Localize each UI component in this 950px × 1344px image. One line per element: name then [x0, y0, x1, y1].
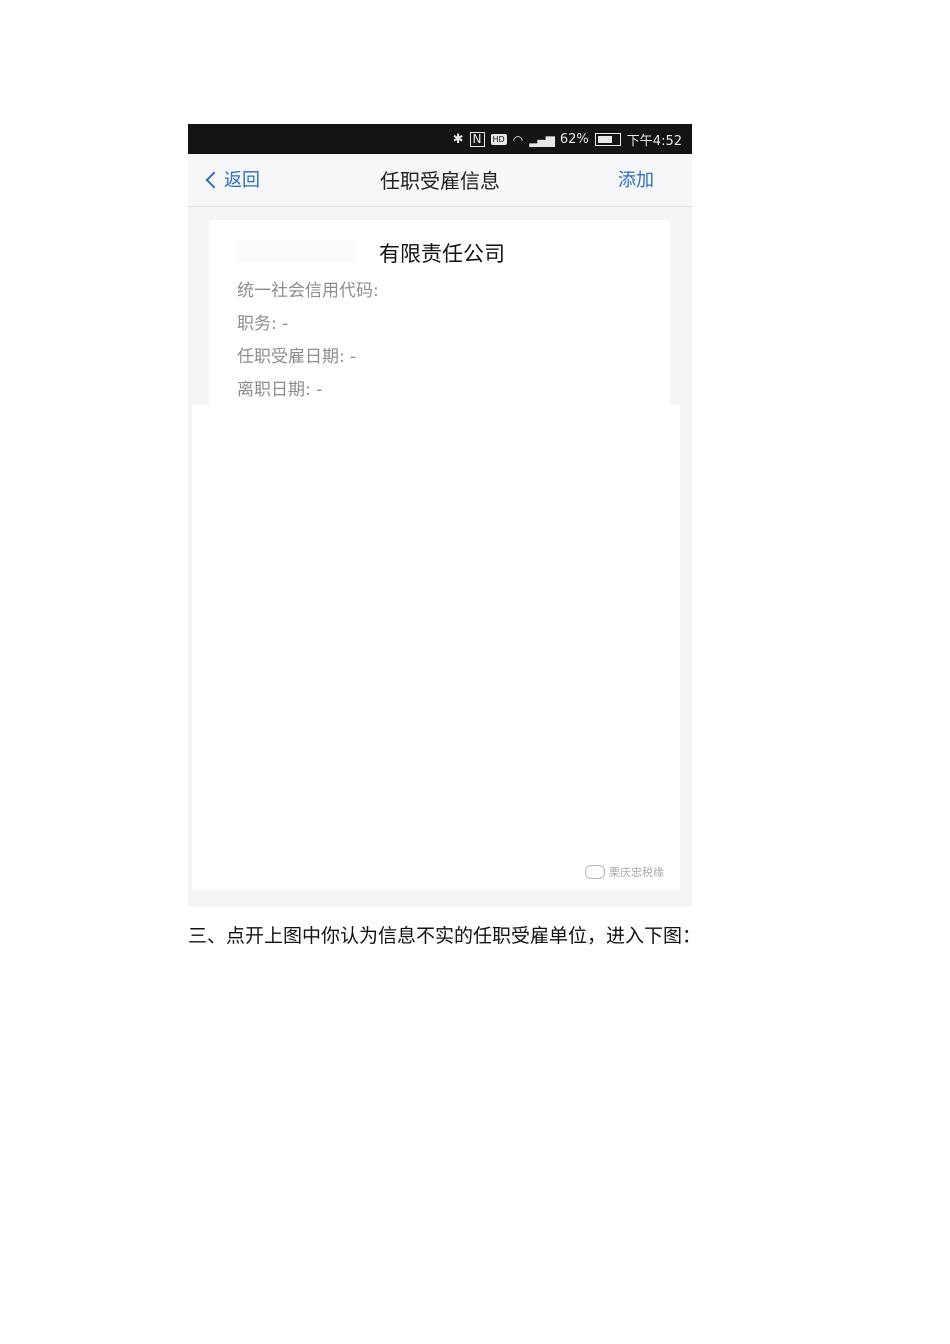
- wechat-icon: [585, 865, 605, 879]
- bluetooth-icon: ✱: [452, 132, 464, 147]
- employer-card[interactable]: 有限责任公司 统一社会信用代码: 职务: - 任职受雇日期: - 离职日期: -: [209, 220, 670, 405]
- credit-code-field: 统一社会信用代码:: [237, 281, 379, 301]
- nfc-icon: N: [469, 132, 485, 147]
- company-name: 有限责任公司: [379, 242, 505, 266]
- status-icons: ✱ N HD ◠ ▂▄▆ 62% 下午4:52: [453, 130, 682, 149]
- battery-icon: [594, 133, 621, 146]
- status-time: 下午4:52: [626, 134, 682, 149]
- watermark-text: 栗庆忠税缘: [609, 866, 664, 879]
- hd-icon: HD: [490, 134, 507, 145]
- redacted-company-prefix: [237, 240, 357, 262]
- add-button[interactable]: 添加: [618, 166, 654, 192]
- instruction-caption: 三、点开上图中你认为信息不实的任职受雇单位，进入下图：: [188, 925, 702, 947]
- page-title: 任职受雇信息: [380, 169, 500, 193]
- hire-date-field: 任职受雇日期: -: [237, 347, 357, 367]
- watermark: 栗庆忠税缘: [585, 864, 664, 880]
- phone-screenshot: ✱ N HD ◠ ▂▄▆ 62% 下午4:52 返回 任职受雇信息 添加 有限责…: [188, 124, 692, 907]
- position-field: 职务: -: [237, 314, 289, 334]
- blank-area: 栗庆忠税缘: [192, 405, 680, 890]
- battery-percent: 62%: [559, 132, 589, 147]
- leave-date-field: 离职日期: -: [237, 380, 323, 400]
- status-bar: ✱ N HD ◠ ▂▄▆ 62% 下午4:52: [188, 124, 692, 154]
- nav-bar: 返回 任职受雇信息 添加: [188, 154, 692, 207]
- wifi-icon: ◠: [512, 132, 524, 147]
- signal-icon: ▂▄▆: [529, 132, 555, 147]
